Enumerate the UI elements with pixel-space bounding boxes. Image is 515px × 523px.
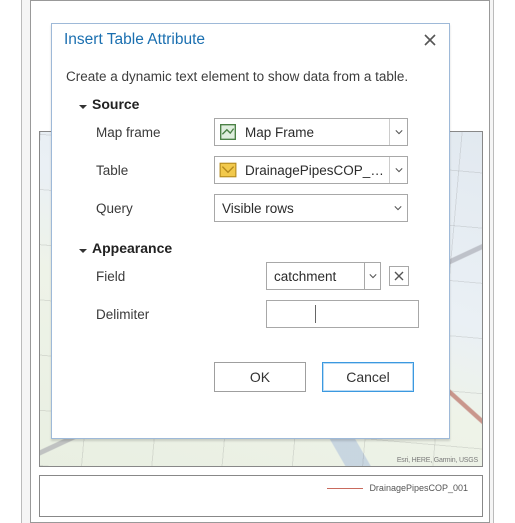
dialog-title: Insert Table Attribute — [64, 31, 205, 49]
map-credits: Esri, HERE, Garmin, USGS — [397, 457, 478, 464]
query-dropdown[interactable]: Visible rows — [214, 194, 408, 222]
map-frame-icon — [219, 123, 237, 141]
label-query: Query — [96, 201, 214, 216]
legend-frame[interactable]: DrainagePipesCOP_001 — [39, 475, 483, 517]
app-background: Esri, HERE, Garmin, USGS DrainagePipesCO… — [0, 0, 515, 523]
cancel-button[interactable]: Cancel — [322, 362, 414, 392]
dialog-buttons: OK Cancel — [66, 362, 435, 392]
text-cursor — [315, 305, 316, 323]
label-map-frame: Map frame — [96, 125, 214, 140]
feature-layer-icon — [219, 161, 237, 179]
caret-down-icon — [78, 99, 88, 109]
ruler-right — [493, 0, 515, 523]
dialog-titlebar: Insert Table Attribute — [52, 24, 449, 55]
caret-down-icon — [78, 243, 88, 253]
ruler-left — [0, 0, 22, 523]
close-icon — [424, 34, 436, 46]
chevron-down-icon — [369, 272, 377, 280]
chevron-down-icon — [389, 119, 407, 145]
field-dropdown-button[interactable] — [365, 262, 381, 290]
label-table: Table — [96, 163, 214, 178]
label-delimiter: Delimiter — [96, 307, 266, 322]
chevron-down-icon — [389, 195, 407, 221]
table-dropdown[interactable]: DrainagePipesCOP_001 — [214, 156, 408, 184]
map-frame-dropdown[interactable]: Map Frame — [214, 118, 408, 146]
chevron-down-icon — [389, 157, 407, 183]
legend-label: DrainagePipesCOP_001 — [369, 483, 468, 493]
row-field: Field catchment — [96, 262, 435, 290]
section-source-header[interactable]: Source — [78, 96, 435, 112]
query-value: Visible rows — [215, 201, 389, 216]
delete-expression-button[interactable] — [389, 266, 409, 286]
row-delimiter: Delimiter — [96, 300, 435, 328]
dialog-description: Create a dynamic text element to show da… — [66, 69, 435, 84]
row-query: Query Visible rows — [96, 194, 435, 222]
section-source-label: Source — [92, 96, 139, 112]
ok-button[interactable]: OK — [214, 362, 306, 392]
section-appearance-label: Appearance — [92, 240, 172, 256]
legend-swatch — [327, 488, 363, 489]
field-value: catchment — [267, 269, 364, 284]
close-button[interactable] — [421, 31, 439, 49]
field-dropdown[interactable]: catchment — [266, 262, 365, 290]
insert-table-attribute-dialog: Insert Table Attribute Create a dynamic … — [51, 23, 450, 439]
legend-item: DrainagePipesCOP_001 — [327, 483, 468, 493]
delimiter-input[interactable] — [266, 300, 419, 328]
label-field: Field — [96, 269, 266, 284]
map-frame-value: Map Frame — [241, 125, 389, 140]
table-value: DrainagePipesCOP_001 — [241, 163, 389, 178]
x-icon — [393, 270, 405, 282]
row-map-frame: Map frame Map Frame — [96, 118, 435, 146]
dialog-body: Create a dynamic text element to show da… — [52, 55, 449, 406]
section-appearance-header[interactable]: Appearance — [78, 240, 435, 256]
row-table: Table DrainagePipesCOP_001 — [96, 156, 435, 184]
